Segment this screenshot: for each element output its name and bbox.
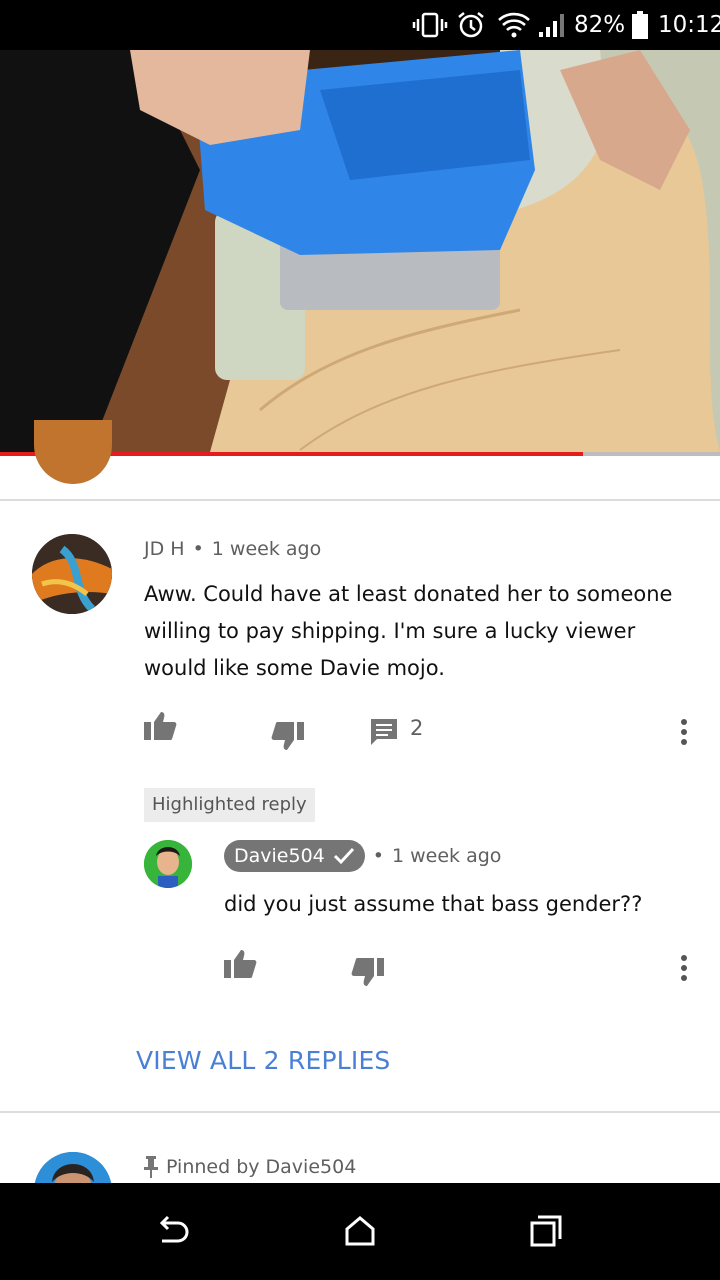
home-button[interactable]: [336, 1211, 384, 1251]
meta-separator: •: [372, 845, 384, 867]
divider: [0, 499, 720, 501]
video-frame: [0, 50, 720, 452]
comment-text: Aww. Could have at least donated her to …: [144, 582, 673, 680]
back-icon: [159, 1215, 189, 1243]
thumbs-down-icon: [271, 722, 304, 750]
divider: [0, 1111, 720, 1113]
recents-button[interactable]: [522, 1211, 570, 1251]
view-all-replies-link[interactable]: VIEW ALL 2 REPLIES: [136, 1046, 391, 1075]
back-button[interactable]: [148, 1211, 196, 1251]
comment-author[interactable]: JD H: [144, 538, 185, 560]
reply-like-button[interactable]: [220, 944, 260, 984]
creator-badge[interactable]: Davie504: [224, 840, 365, 872]
meta-separator: •: [192, 538, 204, 560]
more-vert-icon: [681, 955, 687, 981]
reply-menu-button[interactable]: [664, 948, 704, 988]
reply-button[interactable]: [364, 712, 404, 752]
reply-author: Davie504: [234, 845, 325, 867]
reply-count: 2: [410, 716, 424, 740]
home-icon: [345, 1216, 375, 1246]
comment-menu-button[interactable]: [664, 712, 704, 752]
pin-icon: [144, 1156, 158, 1178]
battery-percent: 82%: [574, 12, 626, 38]
wifi-icon: [496, 11, 532, 39]
clock: 10:12: [658, 12, 720, 38]
alarm-icon: [455, 11, 487, 39]
battery-icon: [630, 11, 650, 39]
reply-text: did you just assume that bass gender??: [224, 892, 643, 916]
video-player[interactable]: [0, 50, 720, 452]
pinned-indicator: Pinned by Davie504: [144, 1156, 356, 1178]
highlighted-reply-label: Highlighted reply: [144, 788, 315, 822]
reply-avatar[interactable]: [144, 840, 192, 888]
pinned-label: Pinned by Davie504: [166, 1156, 357, 1178]
reply-dislike-button[interactable]: [348, 952, 388, 992]
recents-icon: [530, 1215, 562, 1247]
status-bar: 82% 10:12: [0, 0, 720, 50]
signal-icon: [536, 11, 568, 39]
reply-meta: Davie504 • 1 week ago: [224, 840, 501, 872]
verified-check-icon: [333, 847, 354, 865]
thumbs-down-icon: [351, 958, 384, 986]
like-button[interactable]: [140, 706, 180, 746]
comment-icon: [371, 719, 397, 745]
comment-meta: JD H • 1 week ago: [144, 538, 321, 560]
avatar[interactable]: [32, 534, 112, 614]
previous-comment-avatar[interactable]: [34, 420, 112, 484]
more-vert-icon: [681, 719, 687, 745]
comment-time: 1 week ago: [211, 538, 322, 560]
navigation-bar: [0, 1183, 720, 1280]
vibrate-icon: [412, 11, 448, 39]
thumbs-up-icon: [224, 950, 257, 978]
reply-time: 1 week ago: [391, 845, 502, 867]
dislike-button[interactable]: [268, 716, 308, 756]
thumbs-up-icon: [144, 712, 177, 740]
